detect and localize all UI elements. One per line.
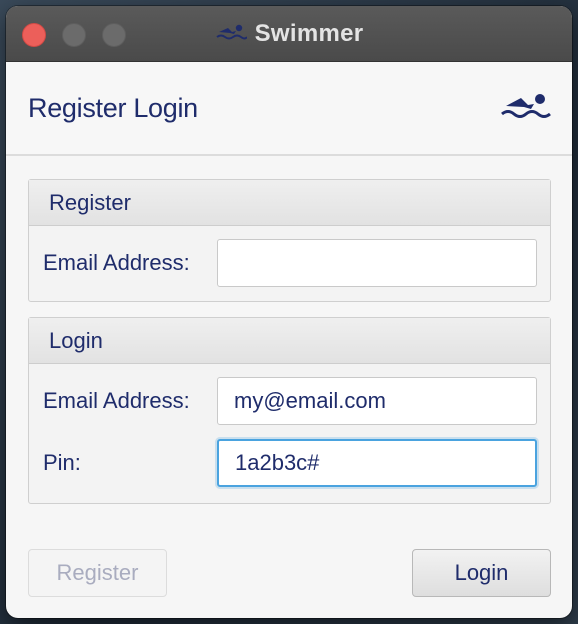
login-panel: Login Email Address: Pin: bbox=[28, 317, 551, 504]
login-email-label: Email Address: bbox=[43, 388, 190, 413]
swimmer-icon bbox=[500, 92, 552, 125]
register-panel-heading: Register bbox=[29, 180, 550, 226]
login-button[interactable]: Login bbox=[412, 549, 551, 597]
window-title: Swimmer bbox=[254, 20, 364, 47]
window-title-group: Swimmer bbox=[6, 6, 572, 62]
login-email-row: Email Address: bbox=[43, 377, 537, 425]
login-pin-label: Pin: bbox=[43, 450, 81, 475]
register-email-input[interactable] bbox=[217, 239, 537, 287]
login-panel-heading: Login bbox=[29, 318, 550, 364]
login-pin-input[interactable] bbox=[217, 439, 537, 487]
swimmer-icon bbox=[215, 23, 248, 46]
register-panel: Register Email Address: bbox=[28, 179, 551, 302]
app-window: Swimmer Register Login Register Email Ad… bbox=[6, 6, 572, 618]
page-title: Register Login bbox=[28, 92, 198, 123]
register-button[interactable]: Register bbox=[28, 549, 167, 597]
register-email-label: Email Address: bbox=[43, 250, 190, 275]
title-bar[interactable]: Swimmer bbox=[6, 6, 572, 62]
login-pin-row: Pin: bbox=[43, 439, 537, 487]
page-header: Register Login bbox=[6, 62, 572, 156]
login-email-input[interactable] bbox=[217, 377, 537, 425]
register-email-row: Email Address: bbox=[43, 239, 537, 287]
